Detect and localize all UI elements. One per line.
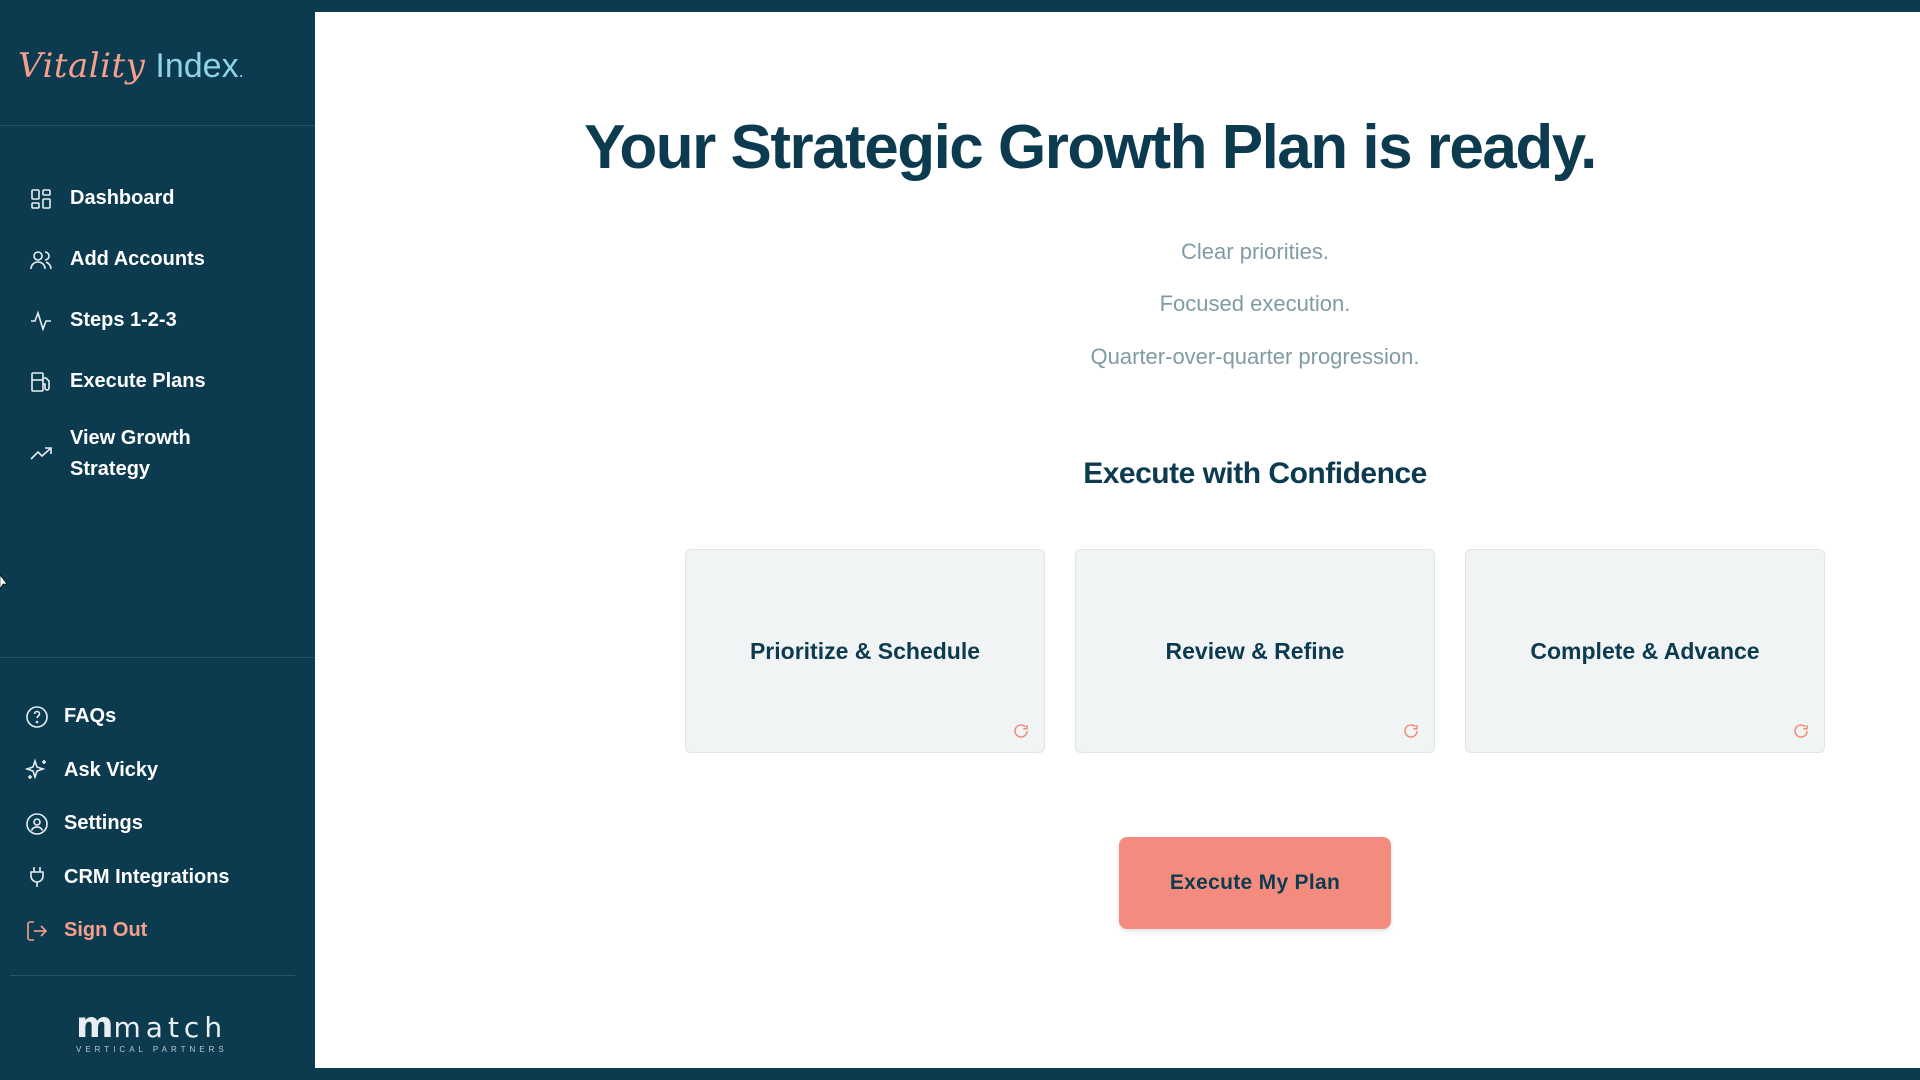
plug-icon [24,864,50,890]
card-prioritize-schedule[interactable]: Prioritize & Schedule [685,549,1045,753]
card-review-refine[interactable]: Review & Refine [1075,549,1435,753]
sidebar-divider-bottom [10,975,295,976]
logo-word-index: Index [155,47,239,85]
sidebar-item-ask-vicky[interactable]: Ask Vicky [0,744,315,798]
window-bottom-bar [0,1068,1920,1080]
card-label: Review & Refine [1165,637,1345,664]
refresh-icon [1792,722,1810,740]
dashboard-grid-icon [28,186,54,212]
sidebar-item-sign-out[interactable]: Sign Out [0,904,315,958]
sidebar-item-label: Ask Vicky [64,758,159,781]
refresh-icon [1402,722,1420,740]
trending-up-icon [28,441,54,467]
help-circle-icon [24,704,50,730]
logo-word-vitality: Vitality [18,46,146,86]
card-label: Complete & Advance [1530,637,1760,664]
card-complete-advance[interactable]: Complete & Advance [1465,549,1825,753]
sidebar-divider-top [0,125,315,126]
sidebar-item-crm-integrations[interactable]: CRM Integrations [0,851,315,905]
tagline-execution: Focused execution. [1159,291,1351,316]
sidebar-item-dashboard[interactable]: Dashboard [0,168,315,229]
user-circle-icon [24,811,50,837]
sidebar-item-view-growth-strategy[interactable]: View Growth Strategy [0,412,315,496]
sidebar-item-label: Steps 1-2-3 [70,309,177,331]
sidebar-item-steps[interactable]: Steps 1-2-3 [0,290,315,351]
brand-wordmark: match [113,1011,228,1044]
log-out-icon [24,918,50,944]
app-logo[interactable]: Vitality Index . [18,46,244,96]
secondary-nav: FAQs Ask Vicky Settings CRM Integrations… [0,690,315,958]
sidebar-item-label: Execute Plans [70,370,206,392]
sidebar-item-execute-plans[interactable]: Execute Plans [0,351,315,412]
primary-nav: Dashboard Add Accounts Steps 1-2-3 Execu… [0,168,315,496]
page-title-text: Your Strategic Growth Plan is ready. [584,113,1597,182]
execute-my-plan-button[interactable]: Execute My Plan [1119,837,1391,929]
sidebar-item-settings[interactable]: Settings [0,797,315,851]
logo-dot: . [238,61,244,81]
sidebar-item-label: Sign Out [64,919,148,942]
tagline-progression: Quarter-over-quarter progression. [1090,344,1420,369]
brand-subtitle: VERTICAL PARTNERS [76,1045,228,1054]
match-brand-logo: mmatch VERTICAL PARTNERS [76,1005,236,1054]
sidebar-item-faqs[interactable]: FAQs [0,690,315,744]
activity-icon [28,308,54,334]
tagline-priorities: Clear priorities. [1181,239,1329,264]
refresh-icon [1012,722,1030,740]
sidebar-divider-middle [0,657,315,658]
card-label: Prioritize & Schedule [749,637,981,664]
sidebar-item-label: Add Accounts [70,248,205,270]
sparkles-icon [24,757,50,783]
brand-m-glyph: m [76,1005,113,1046]
mouse-cursor-icon [0,575,8,590]
page-title: Your Strategic Growth Plan is ready. [315,112,1920,183]
fuel-pump-icon [28,369,54,395]
sidebar-item-label: Settings [64,812,143,835]
sidebar-item-label: CRM Integrations [64,865,230,888]
sidebar: Vitality Index . Dashboard Add Accounts … [0,12,315,1068]
sidebar-item-add-accounts[interactable]: Add Accounts [0,229,315,290]
sidebar-item-label: FAQs [64,705,117,728]
window-top-bar [0,0,1920,12]
sidebar-item-label: Dashboard [70,187,175,209]
users-icon [28,247,54,273]
main-content: Your Strategic Growth Plan is ready. Cle… [315,12,1920,1068]
section-title: Execute with Confidence [1083,457,1427,490]
sidebar-item-label: View Growth Strategy [70,427,191,480]
